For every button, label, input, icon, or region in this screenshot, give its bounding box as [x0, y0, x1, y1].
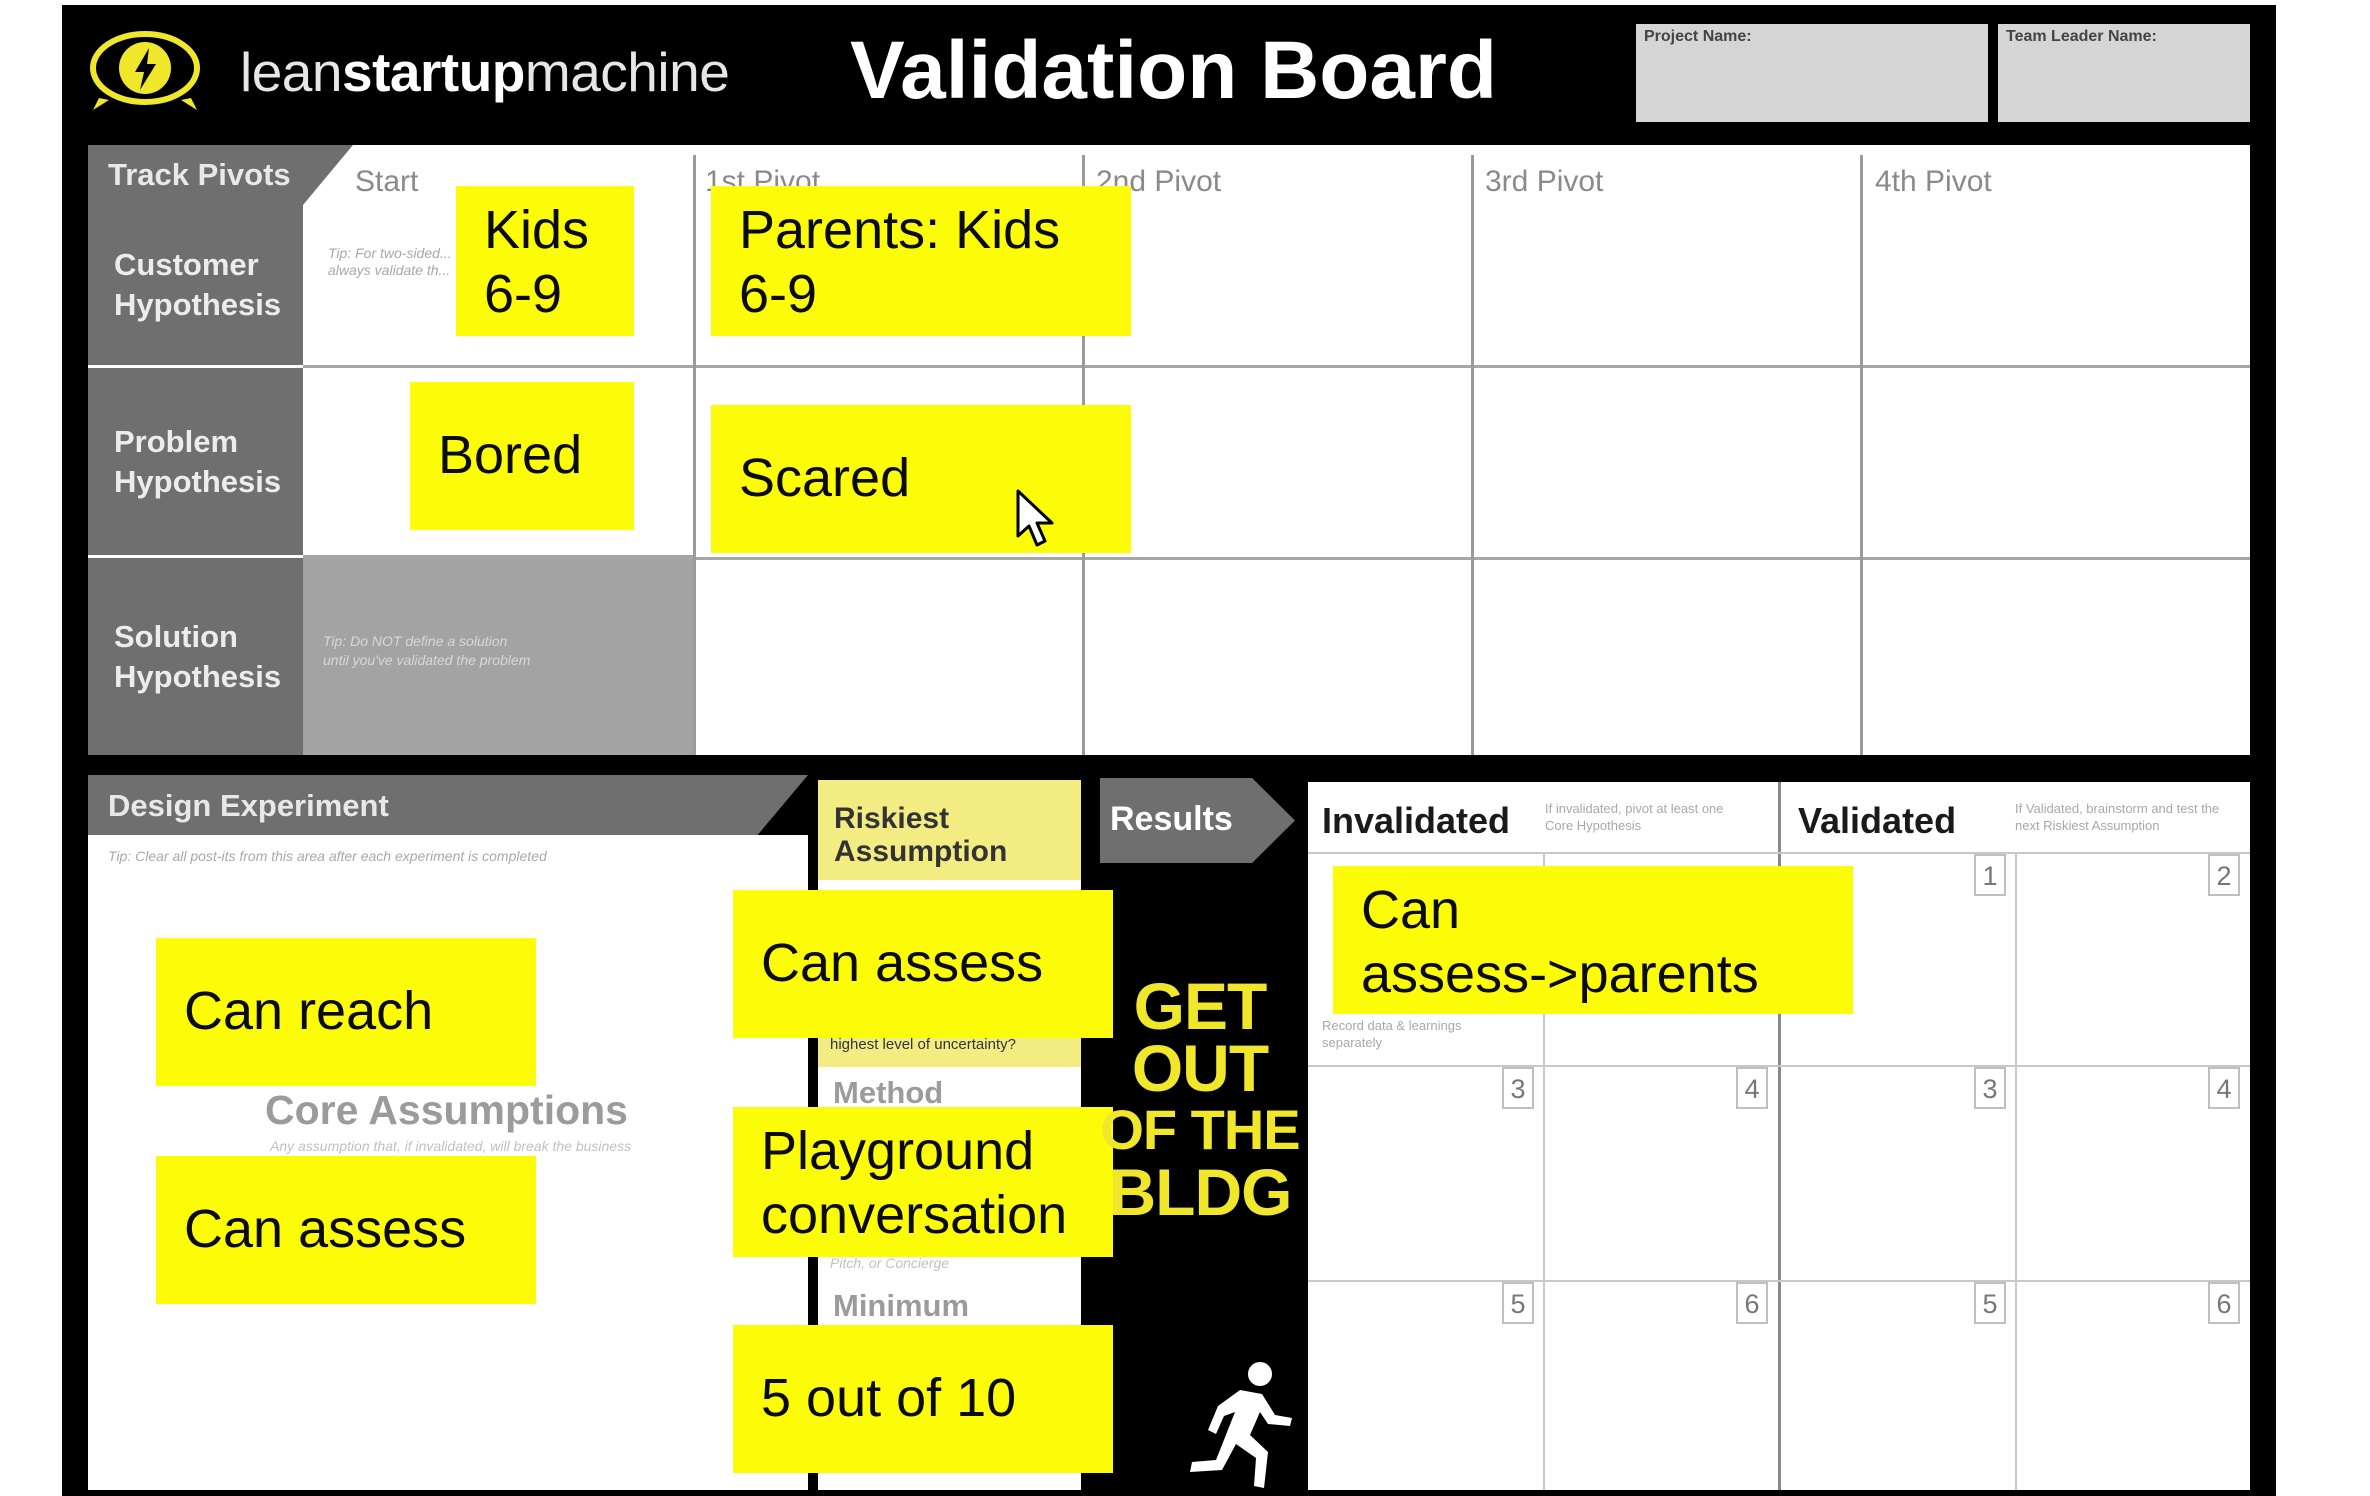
design-experiment-header: Design Experiment — [88, 775, 808, 835]
record-tip: Record data & learnings separately — [1322, 1018, 1462, 1050]
sticky-kids[interactable]: Kids 6-9 — [456, 186, 634, 336]
sticky-scared[interactable]: Scared — [711, 405, 1131, 553]
sticky-5-out-of-10[interactable]: 5 out of 10 — [733, 1325, 1113, 1473]
invalidated-box-4: 4 — [1736, 1067, 1768, 1109]
riskiest-assumption-header: Riskiest Assumption — [818, 780, 1081, 880]
minimum-label: Minimum — [833, 1288, 970, 1323]
grid-line — [2015, 852, 2017, 1490]
column-3rd-pivot: 3rd Pivot — [1485, 165, 1604, 198]
core-assumptions-subtitle: Any assumption that, if invalidated, wil… — [270, 1138, 632, 1154]
core-assumptions-title: Core Assumptions — [265, 1087, 628, 1133]
grid-line — [1308, 1280, 2250, 1282]
row-solution-hypothesis: Solution Hypothesis — [88, 558, 303, 755]
column-start: Start — [355, 165, 419, 198]
running-person-icon — [1190, 1362, 1292, 1488]
grid-line — [1860, 155, 1863, 755]
sticky-can-assess-riskiest[interactable]: Can assess — [733, 890, 1113, 1038]
validated-header: Validated — [1798, 800, 1957, 841]
validated-box-3: 3 — [1974, 1067, 2006, 1109]
invalidated-box-5: 5 — [1502, 1282, 1534, 1324]
track-pivots-header: Track Pivots — [88, 145, 303, 205]
grid-line — [303, 365, 2250, 368]
method-sub: Pitch, or Concierge — [830, 1255, 950, 1271]
sticky-parents-kids[interactable]: Parents: Kids 6-9 — [711, 186, 1131, 336]
validated-tip: If Validated, brainstorm and test the ne… — [2015, 801, 2220, 833]
grid-line — [1308, 852, 2250, 854]
design-tip: Tip: Clear all post-its from this area a… — [108, 848, 547, 864]
validated-box-4: 4 — [2208, 1067, 2240, 1109]
riskiest-question: highest level of uncertainty? — [830, 1036, 1016, 1053]
validated-box-2: 2 — [2208, 854, 2240, 896]
row-customer-hypothesis: Customer Hypothesis — [88, 205, 303, 365]
column-4th-pivot: 4th Pivot — [1875, 165, 1992, 198]
row-problem-hypothesis: Problem Hypothesis — [88, 368, 303, 555]
sticky-can-assess-core[interactable]: Can assess — [156, 1156, 536, 1304]
invalidated-box-6: 6 — [1736, 1282, 1768, 1324]
grid-line — [1308, 1065, 2250, 1067]
grid-line — [1471, 155, 1474, 755]
validated-box-1: 1 — [1974, 854, 2006, 896]
solution-tip-line2: until you've validated the problem — [323, 652, 531, 668]
method-label: Method — [833, 1075, 944, 1110]
grid-line — [303, 557, 2250, 560]
lightning-logo-icon — [90, 31, 200, 110]
page-title: Validation Board — [850, 25, 1497, 116]
validated-box-6: 6 — [2208, 1282, 2240, 1324]
get-out-of-the-building: GET OUT OF THE BLDG — [1100, 969, 1300, 1229]
sticky-bored[interactable]: Bored — [410, 382, 634, 530]
validated-box-5: 5 — [1974, 1282, 2006, 1324]
sticky-can-reach[interactable]: Can reach — [156, 938, 536, 1086]
project-name-field[interactable]: Project Name: — [1636, 24, 1988, 122]
invalidated-box-3: 3 — [1502, 1067, 1534, 1109]
mouse-cursor-icon — [1016, 489, 1054, 547]
customer-tip: Tip: For two-sided... always validate th… — [328, 245, 452, 278]
invalidated-header: Invalidated — [1322, 800, 1511, 841]
grid-line — [693, 155, 696, 755]
track-pivots-tab-edge — [303, 145, 353, 205]
sticky-can-assess-parents[interactable]: Can assess->parents — [1333, 866, 1853, 1014]
team-leader-name-field[interactable]: Team Leader Name: — [1998, 24, 2250, 122]
solution-tip-line1: Tip: Do NOT define a solution — [323, 633, 508, 649]
invalidated-tip: If invalidated, pivot at least one Core … — [1545, 801, 1724, 833]
brand-wordmark: leanstartupmachine — [240, 41, 730, 103]
sticky-playground-conversation[interactable]: Playground conversation — [733, 1107, 1113, 1257]
